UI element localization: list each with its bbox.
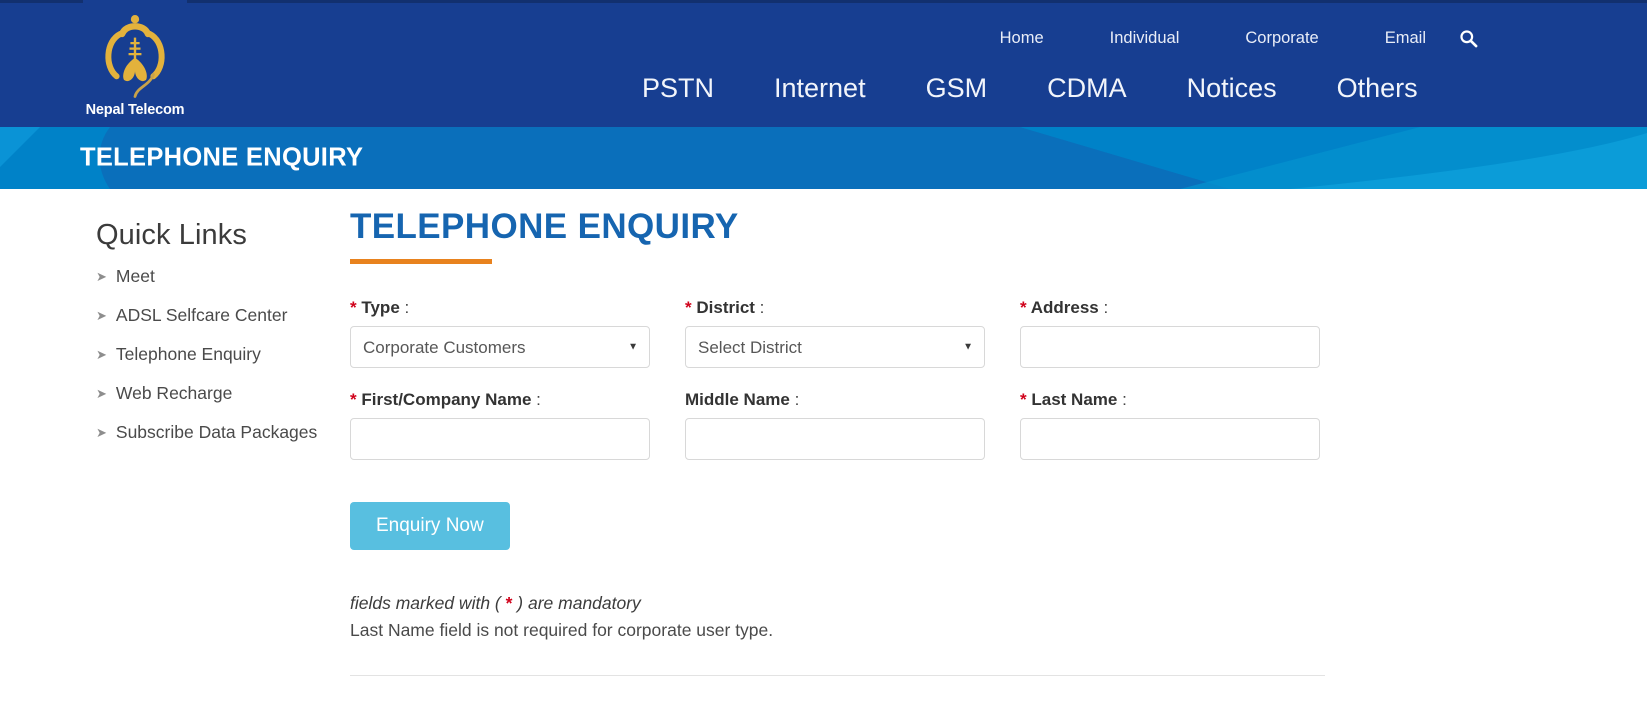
corporate-note: Last Name field is not required for corp… <box>350 620 774 641</box>
field-address: * Address : <box>1020 298 1320 369</box>
nav-item-internet[interactable]: Internet <box>744 68 896 108</box>
list-item[interactable]: ➤ Web Recharge <box>96 383 350 404</box>
label-text: Address <box>1030 298 1099 318</box>
middle-name-input[interactable] <box>685 418 985 461</box>
chevron-right-icon: ➤ <box>96 269 107 284</box>
label-text: Middle Name <box>685 390 790 410</box>
required-marker: * <box>350 390 357 410</box>
field-type: * Type : Corporate Customers ▼ <box>350 298 650 369</box>
main-panel: TELEPHONE ENQUIRY * Type : Corporate Cus… <box>350 189 1647 677</box>
field-district: * District : Select District ▼ <box>685 298 985 369</box>
top-nav-item-individual[interactable]: Individual <box>1077 27 1213 49</box>
nav-item-others[interactable]: Others <box>1307 68 1448 108</box>
form-notes: fields marked with ( * ) are mandatory L… <box>350 593 1607 641</box>
form-row-1: * Type : Corporate Customers ▼ * Distric… <box>350 298 1607 369</box>
label-colon: : <box>759 298 765 318</box>
quick-links-list: ➤ Meet ➤ ADSL Selfcare Center ➤ Telephon… <box>96 266 350 443</box>
quick-links-sidebar: Quick Links ➤ Meet ➤ ADSL Selfcare Cente… <box>0 189 350 676</box>
site-header: Nepal Telecom Home Individual Corporate … <box>0 0 1647 127</box>
page-banner: TELEPHONE ENQUIRY <box>0 127 1647 189</box>
field-label-type: * Type : <box>350 298 650 318</box>
list-item[interactable]: ➤ ADSL Selfcare Center <box>96 305 350 326</box>
utility-nav: Home Individual Corporate Email <box>967 27 1479 49</box>
chevron-right-icon: ➤ <box>96 386 107 401</box>
site-logo[interactable]: Nepal Telecom <box>83 0 187 123</box>
label-colon: : <box>1122 390 1127 410</box>
mandatory-note-prefix: fields marked with ( <box>350 593 506 614</box>
form-row-2: * First/Company Name : Middle Name : * L… <box>350 390 1607 461</box>
title-underline <box>350 259 492 265</box>
nepal-telecom-emblem-icon <box>89 10 181 102</box>
enquiry-now-button[interactable]: Enquiry Now <box>350 502 510 551</box>
page-root: Nepal Telecom Home Individual Corporate … <box>0 0 1647 710</box>
field-label-district: * District : <box>685 298 985 318</box>
label-colon: : <box>536 390 541 410</box>
required-marker: * <box>1020 390 1027 410</box>
sidebar-item-adsl-selfcare-center[interactable]: ADSL Selfcare Center <box>116 305 288 326</box>
sidebar-item-subscribe-data-packages[interactable]: Subscribe Data Packages <box>116 422 317 443</box>
header-top-accent <box>0 0 1647 3</box>
sidebar-item-telephone-enquiry[interactable]: Telephone Enquiry <box>116 344 261 365</box>
chevron-right-icon: ➤ <box>96 425 107 440</box>
last-name-input[interactable] <box>1020 418 1320 461</box>
mandatory-note-suffix: ) are mandatory <box>512 593 641 614</box>
field-label-address: * Address : <box>1020 298 1320 318</box>
type-select[interactable]: Corporate Customers <box>350 326 650 369</box>
field-label-first-company-name: * First/Company Name : <box>350 390 650 410</box>
top-nav-item-email[interactable]: Email <box>1352 27 1459 49</box>
required-marker: * <box>1020 298 1027 318</box>
quick-links-heading: Quick Links <box>96 219 247 251</box>
district-select[interactable]: Select District <box>685 326 985 369</box>
telephone-enquiry-form: * Type : Corporate Customers ▼ * Distric… <box>350 298 1607 551</box>
nav-item-cdma[interactable]: CDMA <box>1017 68 1157 108</box>
search-icon[interactable] <box>1457 27 1479 49</box>
nav-item-gsm[interactable]: GSM <box>896 68 1018 108</box>
chevron-right-icon: ➤ <box>96 347 107 362</box>
list-item[interactable]: ➤ Meet <box>96 266 350 287</box>
page-content: Quick Links ➤ Meet ➤ ADSL Selfcare Cente… <box>0 189 1647 677</box>
banner-title: TELEPHONE ENQUIRY <box>80 143 364 172</box>
required-marker: * <box>350 298 357 318</box>
label-colon: : <box>404 298 410 318</box>
top-nav-item-corporate[interactable]: Corporate <box>1212 27 1351 49</box>
page-title: TELEPHONE ENQUIRY <box>350 207 739 246</box>
sidebar-item-web-recharge[interactable]: Web Recharge <box>116 383 232 404</box>
nav-item-pstn[interactable]: PSTN <box>612 68 744 108</box>
label-text: First/Company Name <box>361 390 532 410</box>
label-text: Last Name <box>1031 390 1118 410</box>
label-colon: : <box>1103 298 1109 318</box>
top-nav-item-home[interactable]: Home <box>967 27 1077 49</box>
first-company-name-input[interactable] <box>350 418 650 461</box>
chevron-right-icon: ➤ <box>96 308 107 323</box>
mandatory-note: fields marked with ( * ) are mandatory <box>350 593 1607 614</box>
field-first-company-name: * First/Company Name : <box>350 390 650 461</box>
list-item[interactable]: ➤ Subscribe Data Packages <box>96 422 350 443</box>
address-input[interactable] <box>1020 326 1320 369</box>
nav-item-notices[interactable]: Notices <box>1157 68 1307 108</box>
section-divider <box>350 675 1325 677</box>
field-middle-name: Middle Name : <box>685 390 985 461</box>
primary-nav: PSTN Internet GSM CDMA Notices Others <box>612 68 1448 108</box>
logo-wordmark: Nepal Telecom <box>85 101 185 118</box>
field-label-last-name: * Last Name : <box>1020 390 1320 410</box>
field-label-middle-name: Middle Name : <box>685 390 985 410</box>
label-colon: : <box>794 390 800 410</box>
field-last-name: * Last Name : <box>1020 390 1320 461</box>
label-text: District <box>696 298 755 318</box>
list-item[interactable]: ➤ Telephone Enquiry <box>96 344 350 365</box>
sidebar-item-meet[interactable]: Meet <box>116 266 155 287</box>
label-text: Type <box>361 298 400 318</box>
required-marker: * <box>685 298 692 318</box>
